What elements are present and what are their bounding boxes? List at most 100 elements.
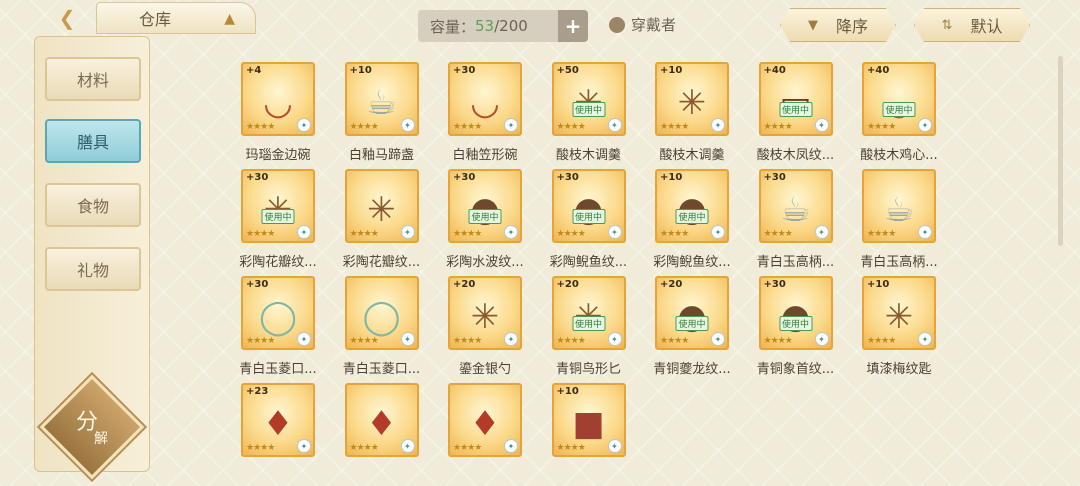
- tab-label: 材料: [76, 71, 109, 90]
- rarity-stars-icon: ★★★★: [349, 443, 379, 453]
- tab-materials[interactable]: 材料: [45, 57, 141, 101]
- item-slot[interactable]: +50✳使用中★★★★✦ 酸枝木调羹: [541, 60, 637, 172]
- item-slot[interactable]: ☕ ★★★★ ✦ 青白玉高柄...: [851, 167, 947, 279]
- decompose-label[interactable]: 分 解: [55, 392, 129, 466]
- rarity-stars-icon: ★★★★: [763, 229, 793, 239]
- wearer-checkbox-icon[interactable]: [609, 16, 625, 33]
- tab-label: 礼物: [76, 261, 109, 280]
- item-slot[interactable]: ♦ ★★★★ ✦: [334, 381, 430, 486]
- item-card[interactable]: +30●使用中★★★★✦: [551, 169, 626, 243]
- item-slot[interactable]: +30 ◡ ★★★★ ✦ 白釉笠形碗: [437, 60, 533, 172]
- item-slot[interactable]: +10 ☕ ★★★★ ✦ 白釉马蹄盏: [334, 60, 430, 172]
- item-card[interactable]: +23 ♦ ★★★★ ✦: [241, 383, 315, 457]
- page-title-tab: 仓库 ▲: [96, 2, 256, 34]
- item-slot[interactable]: +30●使用中★★★★✦彩陶水波纹...: [437, 167, 533, 279]
- in-use-badge: 使用中: [571, 316, 606, 331]
- item-slot[interactable]: ✳ ★★★★ ✦ 彩陶花瓣纹...: [334, 167, 430, 279]
- rarity-stars-icon: ★★★★: [660, 229, 689, 239]
- sort-order-button[interactable]: ▼ 降序: [780, 8, 896, 42]
- capacity-label: 容量：: [430, 17, 476, 36]
- item-slot[interactable]: +20✳使用中★★★★✦青铜鸟形匕: [541, 274, 637, 386]
- item-card[interactable]: ♦ ★★★★ ✦: [344, 383, 419, 457]
- attribute-icon: ✦: [400, 439, 415, 453]
- item-card[interactable]: ✳ ★★★★ ✦: [344, 169, 419, 243]
- item-name: 酸枝木调羹: [659, 148, 725, 163]
- item-name: 青铜夔龙纹...: [653, 362, 731, 377]
- item-card[interactable]: ◯ ★★★★ ✦: [344, 276, 419, 350]
- capacity-current: 53: [475, 17, 495, 35]
- attribute-icon: ✦: [297, 332, 311, 346]
- rarity-stars-icon: ★★★★: [660, 122, 689, 132]
- attribute-icon: ✦: [400, 118, 415, 132]
- rarity-stars-icon: ★★★★: [246, 229, 275, 239]
- tab-food[interactable]: 食物: [45, 183, 141, 227]
- item-slot[interactable]: +10 ✳ ★★★★ ✦ 酸枝木调羹: [644, 60, 740, 172]
- item-slot[interactable]: +30 ◯ ★★★★ ✦ 青白玉菱口...: [230, 274, 326, 386]
- item-card[interactable]: +30 ◯ ★★★★ ✦: [241, 276, 315, 350]
- item-slot[interactable]: ♦ ★★★★ ✦: [437, 381, 533, 486]
- page-title: 仓库: [139, 10, 172, 29]
- item-name: 酸枝木调羹: [555, 148, 621, 163]
- item-card[interactable]: ☕ ★★★★ ✦: [862, 169, 936, 243]
- item-slot[interactable]: +40◡使用中★★★★✦酸枝木鸡心...: [851, 60, 947, 172]
- rarity-stars-icon: ★★★★: [660, 336, 689, 346]
- item-card[interactable]: +10 ☕ ★★★★ ✦: [344, 62, 419, 136]
- item-card[interactable]: +40◡使用中★★★★✦: [862, 62, 936, 136]
- item-card[interactable]: +10 ■ ★★★★ ✦: [551, 383, 626, 457]
- attribute-icon: ✦: [297, 439, 311, 453]
- scrollbar[interactable]: [1058, 56, 1063, 246]
- item-slot[interactable]: +40▭使用中★★★★✦酸枝木凤纹...: [748, 60, 844, 172]
- item-card[interactable]: ♦ ★★★★ ✦: [448, 383, 522, 457]
- item-slot[interactable]: ◯ ★★★★ ✦ 青白玉菱口...: [334, 274, 430, 386]
- item-name: 青白玉高柄...: [756, 255, 835, 270]
- wearer-toggle[interactable]: 穿戴者: [609, 14, 676, 35]
- capacity-max: /200: [494, 17, 528, 35]
- item-name: 彩陶花瓣纹...: [239, 255, 317, 270]
- item-slot[interactable]: +20 ✳ ★★★★ ✦ 鎏金银勺: [437, 274, 533, 386]
- tab-gifts[interactable]: 礼物: [45, 247, 141, 291]
- item-card[interactable]: +10●使用中★★★★✦: [655, 169, 729, 243]
- item-name: 青白玉菱口...: [342, 362, 421, 377]
- item-slot[interactable]: +20●使用中★★★★✦ 青铜夔龙纹...: [644, 274, 740, 386]
- item-slot[interactable]: +30 ☕ ★★★★ ✦ 青白玉高柄...: [748, 167, 844, 279]
- item-card[interactable]: +50✳使用中★★★★✦: [551, 62, 626, 136]
- attribute-icon: ✦: [400, 225, 415, 239]
- item-slot[interactable]: +30✳使用中★★★★✦ 彩陶花瓣纹...: [230, 167, 326, 279]
- item-card[interactable]: +20✳使用中★★★★✦: [551, 276, 626, 350]
- expand-capacity-button[interactable]: +: [558, 10, 588, 42]
- item-card[interactable]: +20●使用中★★★★✦: [655, 276, 729, 350]
- attribute-icon: ✦: [607, 225, 622, 239]
- item-card[interactable]: +40▭使用中★★★★✦: [758, 62, 833, 136]
- back-button[interactable]: ❮: [44, 4, 90, 32]
- attribute-icon: ✦: [504, 225, 518, 239]
- attribute-icon: ✦: [918, 118, 932, 132]
- item-slot[interactable]: +10 ■ ★★★★ ✦: [541, 381, 637, 486]
- attribute-icon: ✦: [918, 332, 932, 346]
- item-card[interactable]: +30✳使用中★★★★✦: [241, 169, 315, 243]
- item-name: 玛瑙金边碗: [245, 148, 311, 163]
- item-slot[interactable]: +4 ◡ ★★★★ ✦ 玛瑙金边碗: [230, 60, 326, 172]
- item-slot[interactable]: +10 ✳ ★★★★ ✦ 填漆梅纹匙: [851, 274, 947, 386]
- item-card[interactable]: +30 ☕ ★★★★ ✦: [758, 169, 833, 243]
- item-slot[interactable]: +10●使用中★★★★✦彩陶鲵鱼纹...: [644, 167, 740, 279]
- in-use-badge: 使用中: [468, 209, 502, 224]
- rarity-stars-icon: ★★★★: [556, 122, 586, 132]
- item-name: 彩陶花瓣纹...: [342, 255, 421, 270]
- tab-tableware[interactable]: 膳具: [45, 119, 141, 163]
- item-card[interactable]: +10 ✳ ★★★★ ✦: [655, 62, 729, 136]
- filter-button[interactable]: ⇅ 默认: [914, 8, 1030, 42]
- in-use-badge: 使用中: [571, 209, 606, 224]
- item-slot[interactable]: +30●使用中★★★★✦彩陶鲵鱼纹...: [541, 167, 637, 279]
- rarity-stars-icon: ★★★★: [246, 443, 275, 453]
- item-card[interactable]: +4 ◡ ★★★★ ✦: [241, 62, 315, 136]
- item-card[interactable]: +10 ✳ ★★★★ ✦: [862, 276, 936, 350]
- item-card[interactable]: +20 ✳ ★★★★ ✦: [448, 276, 522, 350]
- sort-order-label: 降序: [835, 17, 868, 36]
- item-card[interactable]: +30●使用中★★★★✦: [758, 276, 833, 350]
- item-card[interactable]: +30 ◡ ★★★★ ✦: [448, 62, 522, 136]
- rarity-stars-icon: ★★★★: [867, 122, 896, 132]
- item-card[interactable]: +30●使用中★★★★✦: [448, 169, 522, 243]
- wearer-label: 穿戴者: [631, 16, 677, 34]
- item-slot[interactable]: +23 ♦ ★★★★ ✦: [230, 381, 326, 486]
- item-slot[interactable]: +30●使用中★★★★✦青铜象首纹...: [748, 274, 844, 386]
